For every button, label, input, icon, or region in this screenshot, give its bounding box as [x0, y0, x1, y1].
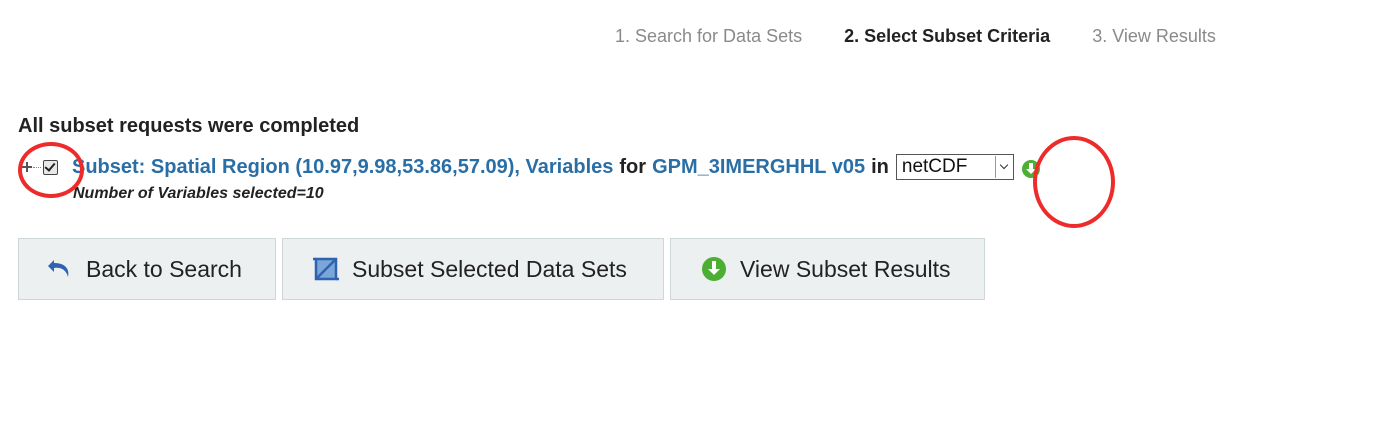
- subset-selected-data-sets-label: Subset Selected Data Sets: [352, 255, 627, 282]
- tree-connector: [33, 166, 41, 168]
- step-view-results[interactable]: 3. View Results: [1092, 26, 1216, 47]
- subset-request-row: Subset: Spatial Region (10.97,9.98,53.86…: [22, 152, 1040, 182]
- for-label: for: [619, 155, 647, 178]
- variables-count: Number of Variables selected=10: [73, 185, 324, 202]
- step-search-data-sets[interactable]: 1. Search for Data Sets: [615, 26, 802, 47]
- chevron-down-icon[interactable]: [994, 156, 1012, 178]
- view-subset-results-label: View Subset Results: [740, 255, 951, 282]
- undo-arrow-icon: [46, 255, 74, 283]
- subset-description: Subset: Spatial Region (10.97,9.98,53.86…: [72, 156, 889, 179]
- format-selected-value: netCDF: [901, 156, 968, 177]
- in-label: in: [871, 155, 889, 178]
- back-to-search-button[interactable]: Back to Search: [18, 238, 276, 300]
- dataset-link[interactable]: GPM_3IMERGHHL v05: [652, 156, 865, 179]
- tree-expand-icon[interactable]: [22, 162, 32, 172]
- steps-nav: 1. Search for Data Sets 2. Select Subset…: [615, 26, 1216, 47]
- subset-details-link[interactable]: Subset: Spatial Region (10.97,9.98,53.86…: [72, 156, 613, 179]
- annotation-circle-download: [1033, 136, 1115, 228]
- completed-heading: All subset requests were completed: [18, 115, 360, 137]
- download-circle-icon: [700, 255, 728, 283]
- back-to-search-label: Back to Search: [86, 255, 242, 282]
- format-select[interactable]: netCDF: [895, 154, 1014, 180]
- crop-icon: [312, 255, 340, 283]
- step-select-subset-criteria: 2. Select Subset Criteria: [844, 26, 1051, 46]
- action-buttons: Back to Search Subset Selected Data Sets…: [18, 238, 985, 300]
- download-circle-icon[interactable]: [1021, 160, 1040, 178]
- subset-checkbox[interactable]: [43, 159, 58, 175]
- subset-selected-data-sets-button[interactable]: Subset Selected Data Sets: [282, 238, 664, 300]
- view-subset-results-button[interactable]: View Subset Results: [670, 238, 985, 300]
